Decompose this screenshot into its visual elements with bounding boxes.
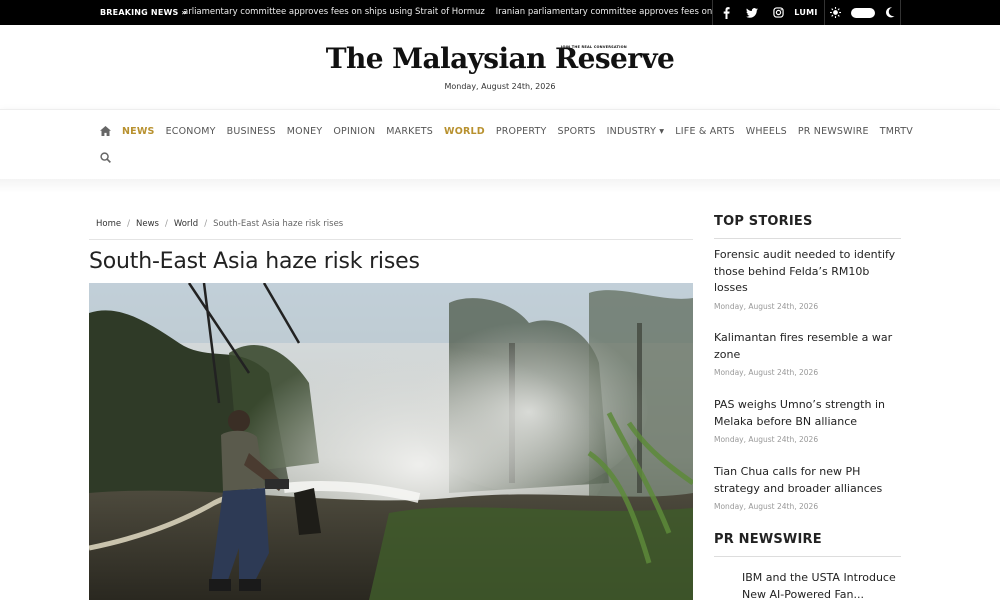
current-date: Monday, August 24th, 2026 <box>444 82 556 91</box>
top-stories-heading: TOP STORIES <box>714 214 813 229</box>
pr-newswire-heading: PR NEWSWIRE <box>714 532 822 547</box>
story-date: Monday, August 24th, 2026 <box>714 301 819 311</box>
nav-item-markets[interactable]: MARKETS <box>386 126 433 137</box>
top-story-item[interactable]: Kalimantan fires resemble a war zone Mon… <box>714 330 904 377</box>
ticker-item[interactable]: Iranian parliamentary committee approves… <box>496 7 713 17</box>
breadcrumb-separator: / <box>164 219 168 229</box>
news-ticker[interactable]: arliamentary committee approves fees on … <box>183 0 713 25</box>
twitter-icon[interactable] <box>739 0 765 25</box>
divider <box>714 556 901 557</box>
nav-item-sports[interactable]: SPORTS <box>557 126 595 137</box>
nav-item-opinion[interactable]: OPINION <box>333 126 375 137</box>
nav-item-money[interactable]: MONEY <box>287 126 323 137</box>
nav-item-industry[interactable]: INDUSTRY ▾ <box>607 126 665 137</box>
nav-item-life-arts[interactable]: LIFE & ARTS <box>675 126 734 137</box>
home-icon[interactable] <box>100 126 111 136</box>
divider <box>714 238 901 239</box>
story-title[interactable]: Forensic audit needed to identify those … <box>714 247 904 297</box>
nav-item-business[interactable]: BUSINESS <box>227 126 276 137</box>
story-title[interactable]: PAS weighs Umno’s strength in Melaka bef… <box>714 397 904 430</box>
breadcrumb-separator: / <box>204 219 208 229</box>
breadcrumb: Home / News / World / South-East Asia haze ris… <box>96 219 343 229</box>
ticker-item[interactable]: arliamentary committee approves fees on … <box>183 7 485 17</box>
top-story-item[interactable]: PAS weighs Umno’s strength in Melaka bef… <box>714 397 904 444</box>
nav-item-property[interactable]: PROPERTY <box>496 126 547 137</box>
breadcrumb-world[interactable]: World <box>174 219 198 229</box>
breadcrumb-current: South-East Asia haze risk rises <box>213 219 344 229</box>
story-date: Monday, August 24th, 2026 <box>714 502 819 511</box>
story-title[interactable]: Kalimantan fires resemble a war zone <box>714 330 904 363</box>
nav-item-world[interactable]: WORLD <box>444 126 485 137</box>
instagram-icon[interactable] <box>765 0 791 25</box>
nav-item-economy[interactable]: ECONOMY <box>166 126 216 137</box>
breaking-news-label: BREAKING NEWS » <box>100 8 187 17</box>
social-links: LUMI <box>712 0 821 25</box>
nav-item-news[interactable]: NEWS <box>122 126 155 137</box>
top-bar: BREAKING NEWS » arliamentary committee a… <box>0 0 1000 25</box>
breadcrumb-news[interactable]: News <box>136 219 159 229</box>
search-icon[interactable] <box>100 152 111 163</box>
top-story-item[interactable]: Tian Chua calls for new PH strategy and … <box>714 464 904 511</box>
facebook-icon[interactable] <box>713 0 739 25</box>
site-logo[interactable]: The Malaysian Reserve <box>0 42 1000 75</box>
pr-newswire-item[interactable]: IBM and the USTA Introduce New AI-Powere… <box>742 570 912 600</box>
divider <box>89 239 693 240</box>
nav-shadow-band <box>0 179 1000 193</box>
masthead: The Malaysian Reserve JOIN THE REAL CONV… <box>0 25 1000 109</box>
nav-item-tmrtv[interactable]: TMRTV <box>880 126 913 137</box>
story-date: Monday, August 24th, 2026 <box>714 368 819 377</box>
breadcrumb-home[interactable]: Home <box>96 219 121 229</box>
top-story-item[interactable]: Forensic audit needed to identify those … <box>714 247 904 311</box>
article-title: South-East Asia haze risk rises <box>89 249 420 274</box>
sun-icon <box>830 7 841 18</box>
nav-menu: NEWS ECONOMY BUSINESS MONEY OPINION MARK… <box>100 124 924 138</box>
story-title[interactable]: Tian Chua calls for new PH strategy and … <box>714 464 904 497</box>
main-navigation: NEWS ECONOMY BUSINESS MONEY OPINION MARK… <box>0 109 1000 179</box>
lumi-link[interactable]: LUMI <box>791 0 821 25</box>
moon-icon <box>886 7 895 18</box>
nav-item-wheels[interactable]: WHEELS <box>746 126 787 137</box>
story-date: Monday, August 24th, 2026 <box>714 435 819 444</box>
theme-switcher[interactable] <box>824 0 901 25</box>
breadcrumb-separator: / <box>127 219 130 229</box>
article-hero-image <box>89 283 693 600</box>
logo-tagline: JOIN THE REAL CONVERSATION <box>561 45 627 49</box>
theme-toggle[interactable] <box>851 7 875 18</box>
nav-item-pr-newswire[interactable]: PR NEWSWIRE <box>798 126 869 137</box>
